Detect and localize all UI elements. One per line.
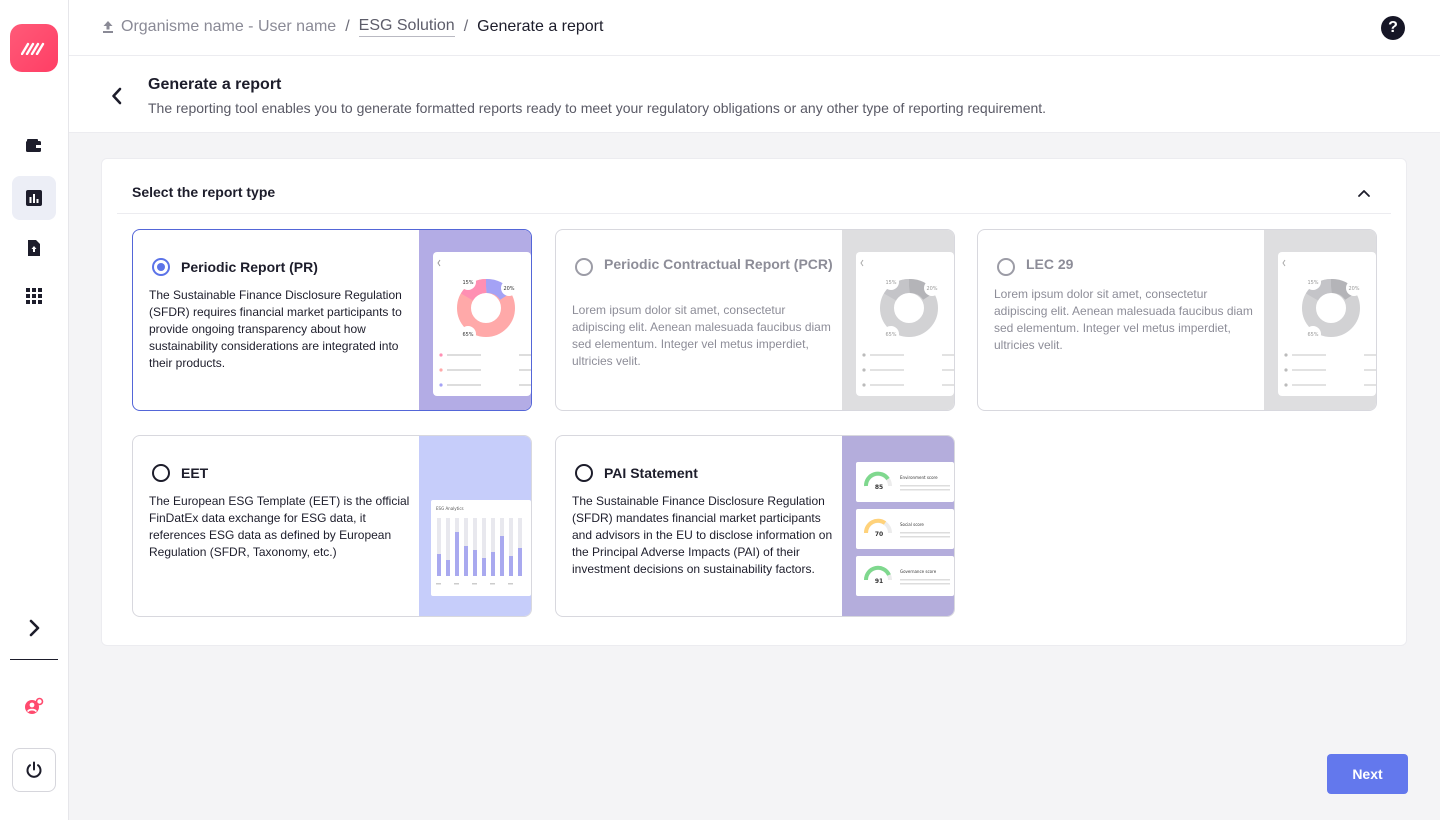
donut-label: 20% [1348,286,1359,292]
pai-score-label: Environment score [900,475,938,480]
radio-pcr [575,258,593,276]
wallet-icon [26,139,41,152]
card-title: Periodic Contractual Report (PCR) [604,256,833,272]
expand-sidebar-button[interactable] [12,606,56,650]
card-title: PAI Statement [604,465,698,481]
pcr-preview-illustration: 15% 20% 65% [842,230,954,410]
card-description: Lorem ipsum dolor sit amet, consectetur … [994,287,1253,352]
pai-score-value: 91 [875,578,883,585]
card-title: Periodic Report (PR) [181,259,318,275]
donut-label: 65% [462,332,473,338]
donut-label: 20% [926,286,937,292]
breadcrumb-solution-link[interactable]: ESG Solution [358,17,455,37]
upload-icon [103,21,113,33]
pai-score-label: Social score [900,522,924,527]
user-settings-button[interactable] [12,684,56,728]
panel-divider [117,213,1391,214]
pr-preview-illustration: 15% 20% 65% [419,230,531,410]
bar-chart-icon [26,190,42,206]
eet-preview-illustration: ESG Analytics [419,436,531,616]
next-button[interactable]: Next [1327,754,1408,794]
chevron-up-icon[interactable] [1356,185,1372,201]
power-icon [26,761,42,778]
donut-label: 15% [885,280,896,286]
donut-label: 15% [1307,280,1318,286]
apps-nav-button[interactable] [12,274,56,318]
logo-mark-icon [21,42,45,55]
breadcrumb-separator: / [345,18,350,35]
sidebar-divider [10,659,58,660]
sidebar [0,0,69,820]
radio-lec29 [997,258,1015,276]
chevron-right-icon [29,619,40,637]
report-card-lec29: LEC 29 Lorem ipsum dolor sit amet, conse… [977,229,1377,411]
top-bar: Organisme name - User name / ESG Solutio… [69,0,1440,56]
radio-pai[interactable] [575,464,593,482]
card-title: LEC 29 [1026,256,1074,272]
card-description: The Sustainable Finance Disclosure Regul… [572,494,833,576]
card-title: EET [181,465,209,481]
breadcrumb: Organisme name - User name / ESG Solutio… [101,17,603,37]
card-description: The Sustainable Finance Disclosure Regul… [149,288,402,370]
user-settings-icon [25,697,44,714]
card-description: The European ESG Template (EET) is the o… [149,494,410,559]
report-card-eet[interactable]: EET The European ESG Template (EET) is t… [132,435,532,617]
donut-label: 65% [1307,332,1318,338]
wallet-nav-button[interactable] [12,124,56,168]
eet-preview-title: ESG Analytics [436,506,464,511]
breadcrumb-separator: / [463,18,469,35]
file-upload-icon [28,240,40,256]
lec29-preview-illustration: 15% 20% 65% [1264,230,1376,410]
report-type-panel: Select the report type Periodic Report (… [101,158,1407,646]
report-card-pai[interactable]: PAI Statement The Sustainable Finance Di… [555,435,955,617]
pai-score-value: 85 [875,484,883,491]
page-subtitle: The reporting tool enables you to genera… [148,100,1047,116]
donut-label: 15% [462,280,473,286]
analytics-nav-button[interactable] [12,176,56,220]
radio-eet[interactable] [152,464,170,482]
grid-icon [26,288,42,304]
logout-button[interactable] [12,748,56,792]
breadcrumb-current: Generate a report [477,18,604,35]
donut-label: 65% [885,332,896,338]
donut-label: 20% [503,286,514,292]
card-description: Lorem ipsum dolor sit amet, consectetur … [572,303,831,368]
chevron-left-icon [112,87,122,105]
report-card-pcr: Periodic Contractual Report (PCR) Lorem … [555,229,955,411]
panel-title: Select the report type [132,184,276,200]
page-header: Generate a report The reporting tool ena… [69,56,1440,133]
pai-score-value: 70 [875,531,883,538]
report-card-pr[interactable]: Periodic Report (PR) The Sustainable Fin… [132,229,532,411]
breadcrumb-organisation[interactable]: Organisme name - User name [121,18,336,36]
pai-preview-illustration: 85 Environment score 70 Social score 91 … [842,436,954,616]
pai-score-label: Governance score [900,569,937,574]
report-nav-button[interactable] [12,226,56,270]
page-title: Generate a report [148,76,282,93]
help-icon[interactable]: ? [1381,16,1405,40]
app-logo[interactable] [10,24,58,72]
radio-pr[interactable] [152,258,170,276]
back-button[interactable] [105,84,129,108]
